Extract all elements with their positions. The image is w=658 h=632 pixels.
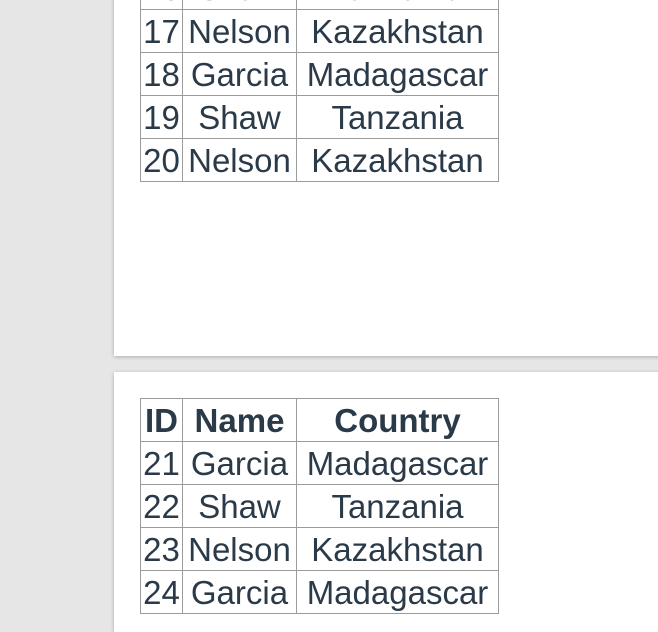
cell-name: Garcia bbox=[182, 52, 297, 96]
table-row: 16 Shaw Tanzania bbox=[140, 0, 499, 10]
cell-name: Garcia bbox=[182, 570, 297, 614]
cell-country: Tanzania bbox=[296, 484, 499, 528]
cell-name: Garcia bbox=[182, 441, 297, 485]
table-row: 18 Garcia Madagascar bbox=[140, 52, 499, 96]
cell-id: 17 bbox=[140, 9, 183, 53]
cell-name: Shaw bbox=[182, 95, 297, 139]
cell-id: 22 bbox=[140, 484, 183, 528]
cell-country: Tanzania bbox=[296, 0, 499, 10]
document-page-top: 16 Shaw Tanzania 17 Nelson Kazakhstan 18… bbox=[114, 0, 658, 356]
data-table-page-top: 16 Shaw Tanzania 17 Nelson Kazakhstan 18… bbox=[140, 0, 499, 182]
cell-id: 20 bbox=[140, 138, 183, 182]
cell-id: 18 bbox=[140, 52, 183, 96]
cell-id: 24 bbox=[140, 570, 183, 614]
table-row: 23 Nelson Kazakhstan bbox=[140, 527, 499, 571]
table-row: 22 Shaw Tanzania bbox=[140, 484, 499, 528]
cell-id: 23 bbox=[140, 527, 183, 571]
cell-country: Kazakhstan bbox=[296, 527, 499, 571]
cell-country: Madagascar bbox=[296, 441, 499, 485]
column-header-name: Name bbox=[182, 398, 297, 442]
cell-name: Shaw bbox=[182, 0, 297, 10]
document-page-bottom: ID Name Country 21 Garcia Madagascar 22 … bbox=[114, 372, 658, 632]
column-header-id: ID bbox=[140, 398, 183, 442]
cell-name: Shaw bbox=[182, 484, 297, 528]
cell-country: Kazakhstan bbox=[296, 138, 499, 182]
table-row: 24 Garcia Madagascar bbox=[140, 570, 499, 614]
cell-country: Madagascar bbox=[296, 52, 499, 96]
cell-id: 16 bbox=[140, 0, 183, 10]
table-row: 21 Garcia Madagascar bbox=[140, 441, 499, 485]
cell-id: 21 bbox=[140, 441, 183, 485]
cell-name: Nelson bbox=[182, 527, 297, 571]
cell-country: Kazakhstan bbox=[296, 9, 499, 53]
table-row: 17 Nelson Kazakhstan bbox=[140, 9, 499, 53]
cell-name: Nelson bbox=[182, 138, 297, 182]
cell-country: Madagascar bbox=[296, 570, 499, 614]
table-row: 19 Shaw Tanzania bbox=[140, 95, 499, 139]
table-row: 20 Nelson Kazakhstan bbox=[140, 138, 499, 182]
cell-country: Tanzania bbox=[296, 95, 499, 139]
cell-name: Nelson bbox=[182, 9, 297, 53]
cell-id: 19 bbox=[140, 95, 183, 139]
table-header-row: ID Name Country bbox=[140, 398, 499, 442]
data-table-page-bottom: ID Name Country 21 Garcia Madagascar 22 … bbox=[140, 398, 499, 614]
column-header-country: Country bbox=[296, 398, 499, 442]
